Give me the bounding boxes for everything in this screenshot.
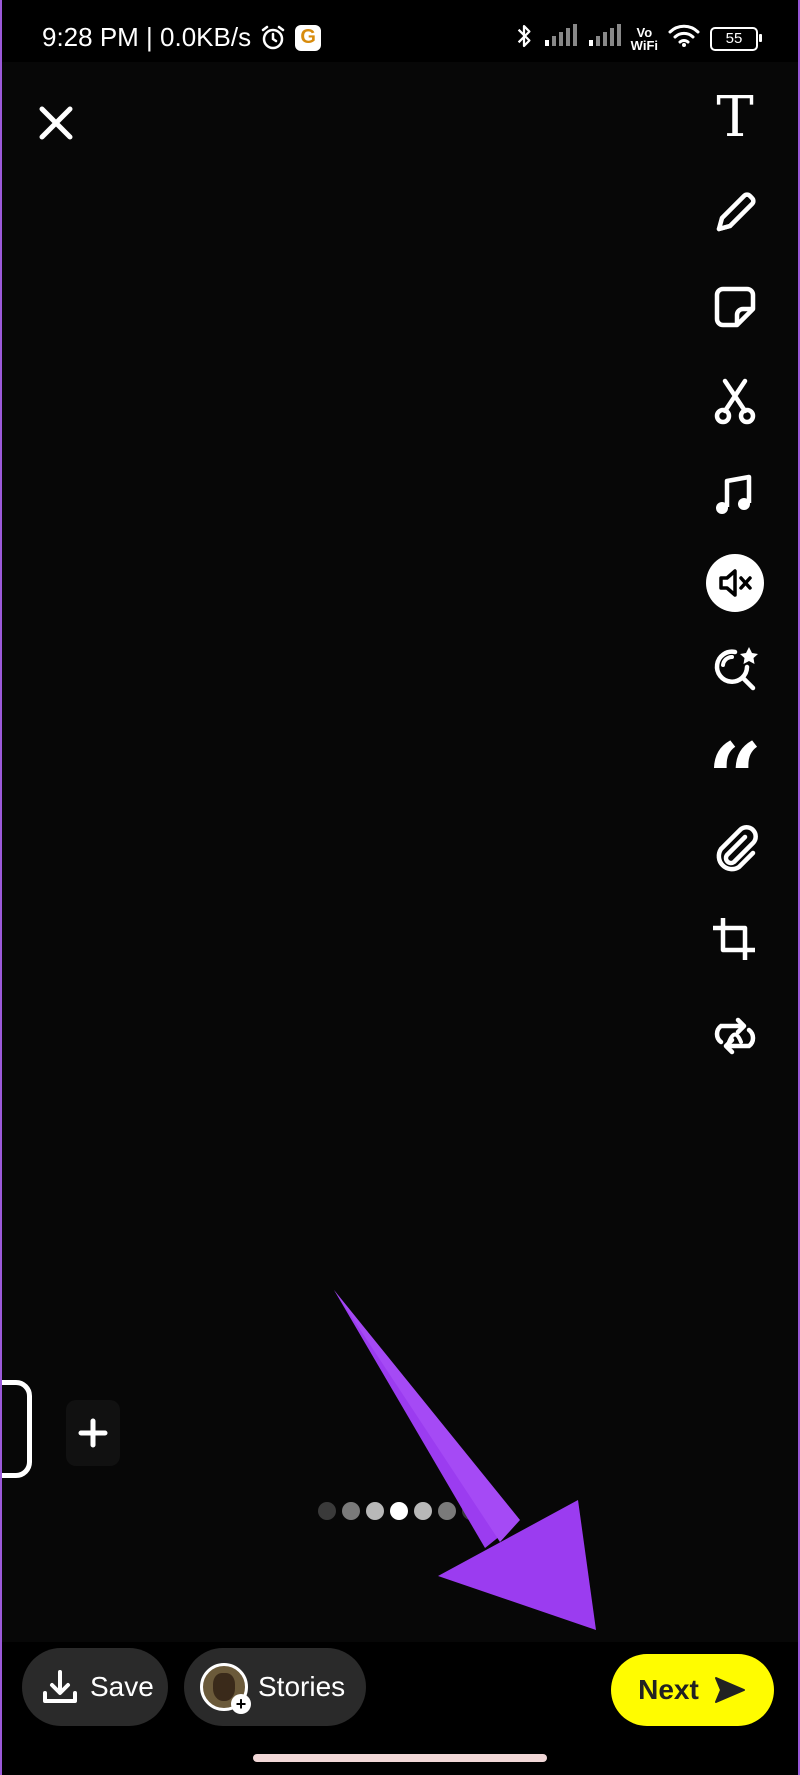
- speaker-muted-icon: [719, 569, 752, 597]
- annotation-arrow: [334, 1290, 596, 1630]
- save-label: Save: [90, 1671, 154, 1702]
- signal-icon: [543, 24, 577, 53]
- quote-tool-button[interactable]: “: [700, 722, 770, 793]
- crop-icon: [713, 918, 755, 960]
- vowifi-bottom: WiFi: [630, 37, 658, 53]
- pencil-icon: [716, 192, 756, 232]
- status-bar: 9:28 PM | 0.0KB/s G Vo WiFi 55: [0, 0, 800, 62]
- close-icon: [39, 106, 73, 140]
- text-icon: T: [716, 85, 754, 150]
- close-button[interactable]: [36, 103, 76, 143]
- add-snap-button[interactable]: [66, 1400, 120, 1466]
- stories-button[interactable]: + Stories: [184, 1648, 366, 1726]
- next-button[interactable]: Next: [611, 1654, 774, 1726]
- battery-icon: 55: [710, 26, 762, 51]
- alarm-icon: [259, 24, 287, 52]
- crop-tool-button[interactable]: [700, 905, 770, 975]
- home-indicator: [253, 1754, 547, 1762]
- mute-toggle: [706, 554, 764, 612]
- avatar: +: [200, 1663, 251, 1714]
- save-button[interactable]: Save: [22, 1648, 168, 1726]
- plus-icon: [78, 1418, 108, 1448]
- attach-tool-button[interactable]: [700, 812, 770, 882]
- lens-tool-button[interactable]: [700, 634, 770, 704]
- next-label: Next: [638, 1674, 699, 1705]
- download-icon: [43, 1670, 77, 1703]
- status-left: 9:28 PM | 0.0KB/s G: [42, 22, 322, 53]
- text-tool-button[interactable]: T: [700, 83, 770, 153]
- sticker-tool-button[interactable]: [700, 272, 770, 342]
- time-and-speed: 9:28 PM | 0.0KB/s: [42, 22, 252, 52]
- status-right: Vo WiFi 55: [515, 22, 762, 55]
- loop-icon: [714, 1017, 756, 1055]
- wifi-icon: [668, 24, 700, 53]
- bluetooth-icon: [515, 22, 533, 55]
- sticker-icon: [714, 286, 756, 328]
- send-arrow-icon: [714, 1677, 745, 1703]
- scissors-icon: [714, 378, 756, 425]
- mute-tool-button[interactable]: [700, 548, 770, 618]
- music-note-icon: [716, 474, 752, 514]
- vowifi-indicator: Vo WiFi: [631, 26, 658, 52]
- google-icon: G: [295, 24, 322, 51]
- paperclip-icon: [716, 825, 758, 872]
- avatar-face: [213, 1673, 235, 1701]
- snap-thumbnail-selected[interactable]: [0, 1380, 32, 1478]
- loop-tool-button[interactable]: [700, 1001, 770, 1071]
- stories-label: Stories: [258, 1671, 346, 1702]
- draw-tool-button[interactable]: [700, 178, 770, 248]
- music-tool-button[interactable]: [700, 460, 770, 530]
- lens-search-icon: [714, 647, 758, 691]
- signal-icon-2: [587, 24, 621, 53]
- add-story-icon: +: [231, 1694, 251, 1714]
- quote-icon: “: [707, 722, 763, 793]
- scissors-tool-button[interactable]: [700, 366, 770, 436]
